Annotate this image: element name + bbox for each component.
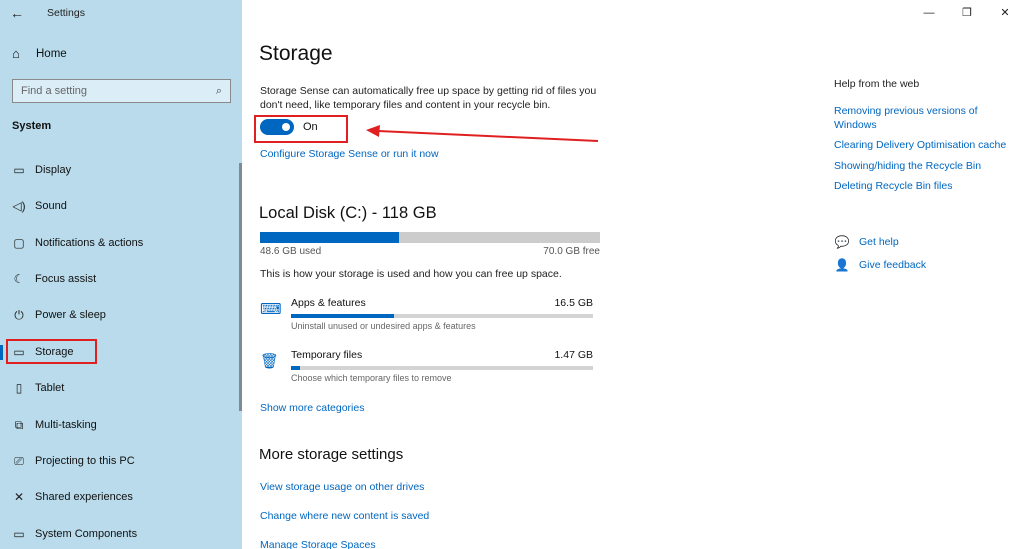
close-icon[interactable]: ✕ [986,0,1024,26]
help-link[interactable]: Deleting Recycle Bin files [834,180,1016,194]
main-content: — ❐ ✕ Storage Storage Sense can automati… [242,0,1024,549]
back-arrow-icon[interactable]: ← [10,5,26,21]
shared-experiences-icon: ✕ [13,490,25,504]
notifications-icon: ▢ [13,236,25,250]
sidebar-item-sound[interactable]: ◁) Sound [0,192,238,220]
category-usage-bar [291,314,593,318]
tablet-icon: ▯ [15,381,23,395]
search-box[interactable]: Find a setting ⌕ [12,79,231,103]
category-size: 1.47 GB [554,349,593,361]
section-title: System [12,120,52,132]
multitasking-icon: ⧉ [14,418,24,432]
storage-sense-description: Storage Sense can automatically free up … [260,85,597,111]
category-size: 16.5 GB [554,297,593,309]
home-nav-item[interactable]: ⌂ Home [12,47,67,61]
sidebar-item-projecting[interactable]: ⎚ Projecting to this PC [0,447,238,475]
category-usage-fill [291,366,301,370]
system-components-icon: ▭ [13,527,25,541]
category-subtitle: Uninstall unused or undesired apps & fea… [291,321,476,331]
sidebar-item-tablet[interactable]: ▯ Tablet [0,374,238,402]
sidebar-item-label: Focus assist [35,273,97,285]
sidebar-item-label: Power & sleep [35,309,106,321]
disk-free-label: 70.0 GB free [543,246,600,257]
focus-assist-icon: ☾ [13,272,25,286]
apps-features-icon: ⌨ [260,301,282,318]
help-link[interactable]: Showing/hiding the Recycle Bin [834,160,1016,174]
storage-annotation-box [6,339,97,364]
give-feedback-row[interactable]: 👤 Give feedback [834,253,927,276]
search-input[interactable]: Find a setting [21,85,216,97]
disk-used-label: 48.6 GB used [260,246,322,257]
get-help-icon: 💬 [834,234,850,249]
sidebar-item-notifications[interactable]: ▢ Notifications & actions [0,229,238,257]
title-bar: ← Settings [0,0,242,26]
help-link[interactable]: Clearing Delivery Optimisation cache [834,139,1016,153]
display-icon: ▭ [13,163,25,177]
window-controls: — ❐ ✕ [910,0,1024,26]
support-links: 💬 Get help 👤 Give feedback [834,230,927,276]
get-help-link[interactable]: Get help [859,236,899,248]
sidebar-item-label: Sound [35,200,67,212]
category-usage-fill [291,314,394,318]
feedback-icon: 👤 [834,257,850,272]
minimize-icon[interactable]: — [910,0,948,26]
home-icon: ⌂ [12,46,20,61]
help-links: Removing previous versions of Windows Cl… [834,105,1016,201]
category-temporary-files[interactable]: 🗑 Temporary files 1.47 GB Choose which t… [260,349,593,389]
app-title: Settings [47,7,85,19]
more-storage-settings-title: More storage settings [259,446,404,463]
disk-usage-bar [260,232,600,243]
help-title: Help from the web [834,78,920,90]
trash-icon: 🗑 [260,353,280,370]
toggle-annotation-box [254,115,348,143]
manage-storage-spaces-link[interactable]: Manage Storage Spaces [260,539,376,549]
category-usage-bar [291,366,593,370]
sidebar-item-display[interactable]: ▭ Display [0,156,238,184]
sidebar-item-power-sleep[interactable]: ⏻ Power & sleep [0,301,238,329]
sound-icon: ◁) [12,199,26,213]
sidebar-item-label: Notifications & actions [35,237,144,249]
sidebar-item-label: Tablet [35,382,65,394]
power-icon: ⏻ [14,308,24,322]
give-feedback-link[interactable]: Give feedback [859,259,926,271]
projecting-icon: ⎚ [14,454,24,468]
show-more-categories-link[interactable]: Show more categories [260,402,364,414]
usage-description: This is how your storage is used and how… [260,268,562,280]
sidebar-item-shared-experiences[interactable]: ✕ Shared experiences [0,483,238,511]
search-icon[interactable]: ⌕ [216,85,222,98]
configure-storage-sense-link[interactable]: Configure Storage Sense or run it now [260,148,439,160]
category-name: Temporary files [291,349,363,361]
active-indicator [0,345,3,360]
sidebar-item-label: Display [35,164,72,176]
sidebar: ← Settings ⌂ Home Find a setting ⌕ Syste… [0,0,242,549]
help-link[interactable]: Removing previous versions of Windows [834,105,1016,132]
disk-title: Local Disk (C:) - 118 GB [259,204,437,222]
sidebar-item-system-components[interactable]: ▭ System Components [0,520,238,548]
sidebar-item-label: Projecting to this PC [35,455,135,467]
page-title: Storage [259,42,333,65]
restore-icon[interactable]: ❐ [948,0,986,26]
change-save-location-link[interactable]: Change where new content is saved [260,510,429,522]
annotation-arrow [366,125,599,142]
sidebar-item-label: Multi-tasking [35,419,97,431]
home-label: Home [36,48,67,60]
disk-usage-fill [260,232,400,243]
get-help-row[interactable]: 💬 Get help [834,230,926,253]
sidebar-item-label: Shared experiences [35,491,133,503]
sidebar-item-multitasking[interactable]: ⧉ Multi-tasking [0,411,238,439]
category-subtitle: Choose which temporary files to remove [291,373,452,383]
category-name: Apps & features [291,297,366,309]
view-other-drives-link[interactable]: View storage usage on other drives [260,481,424,493]
category-apps-features[interactable]: ⌨ Apps & features 16.5 GB Uninstall unus… [260,297,593,337]
sidebar-item-label: System Components [35,528,138,540]
sidebar-item-focus-assist[interactable]: ☾ Focus assist [0,265,238,293]
